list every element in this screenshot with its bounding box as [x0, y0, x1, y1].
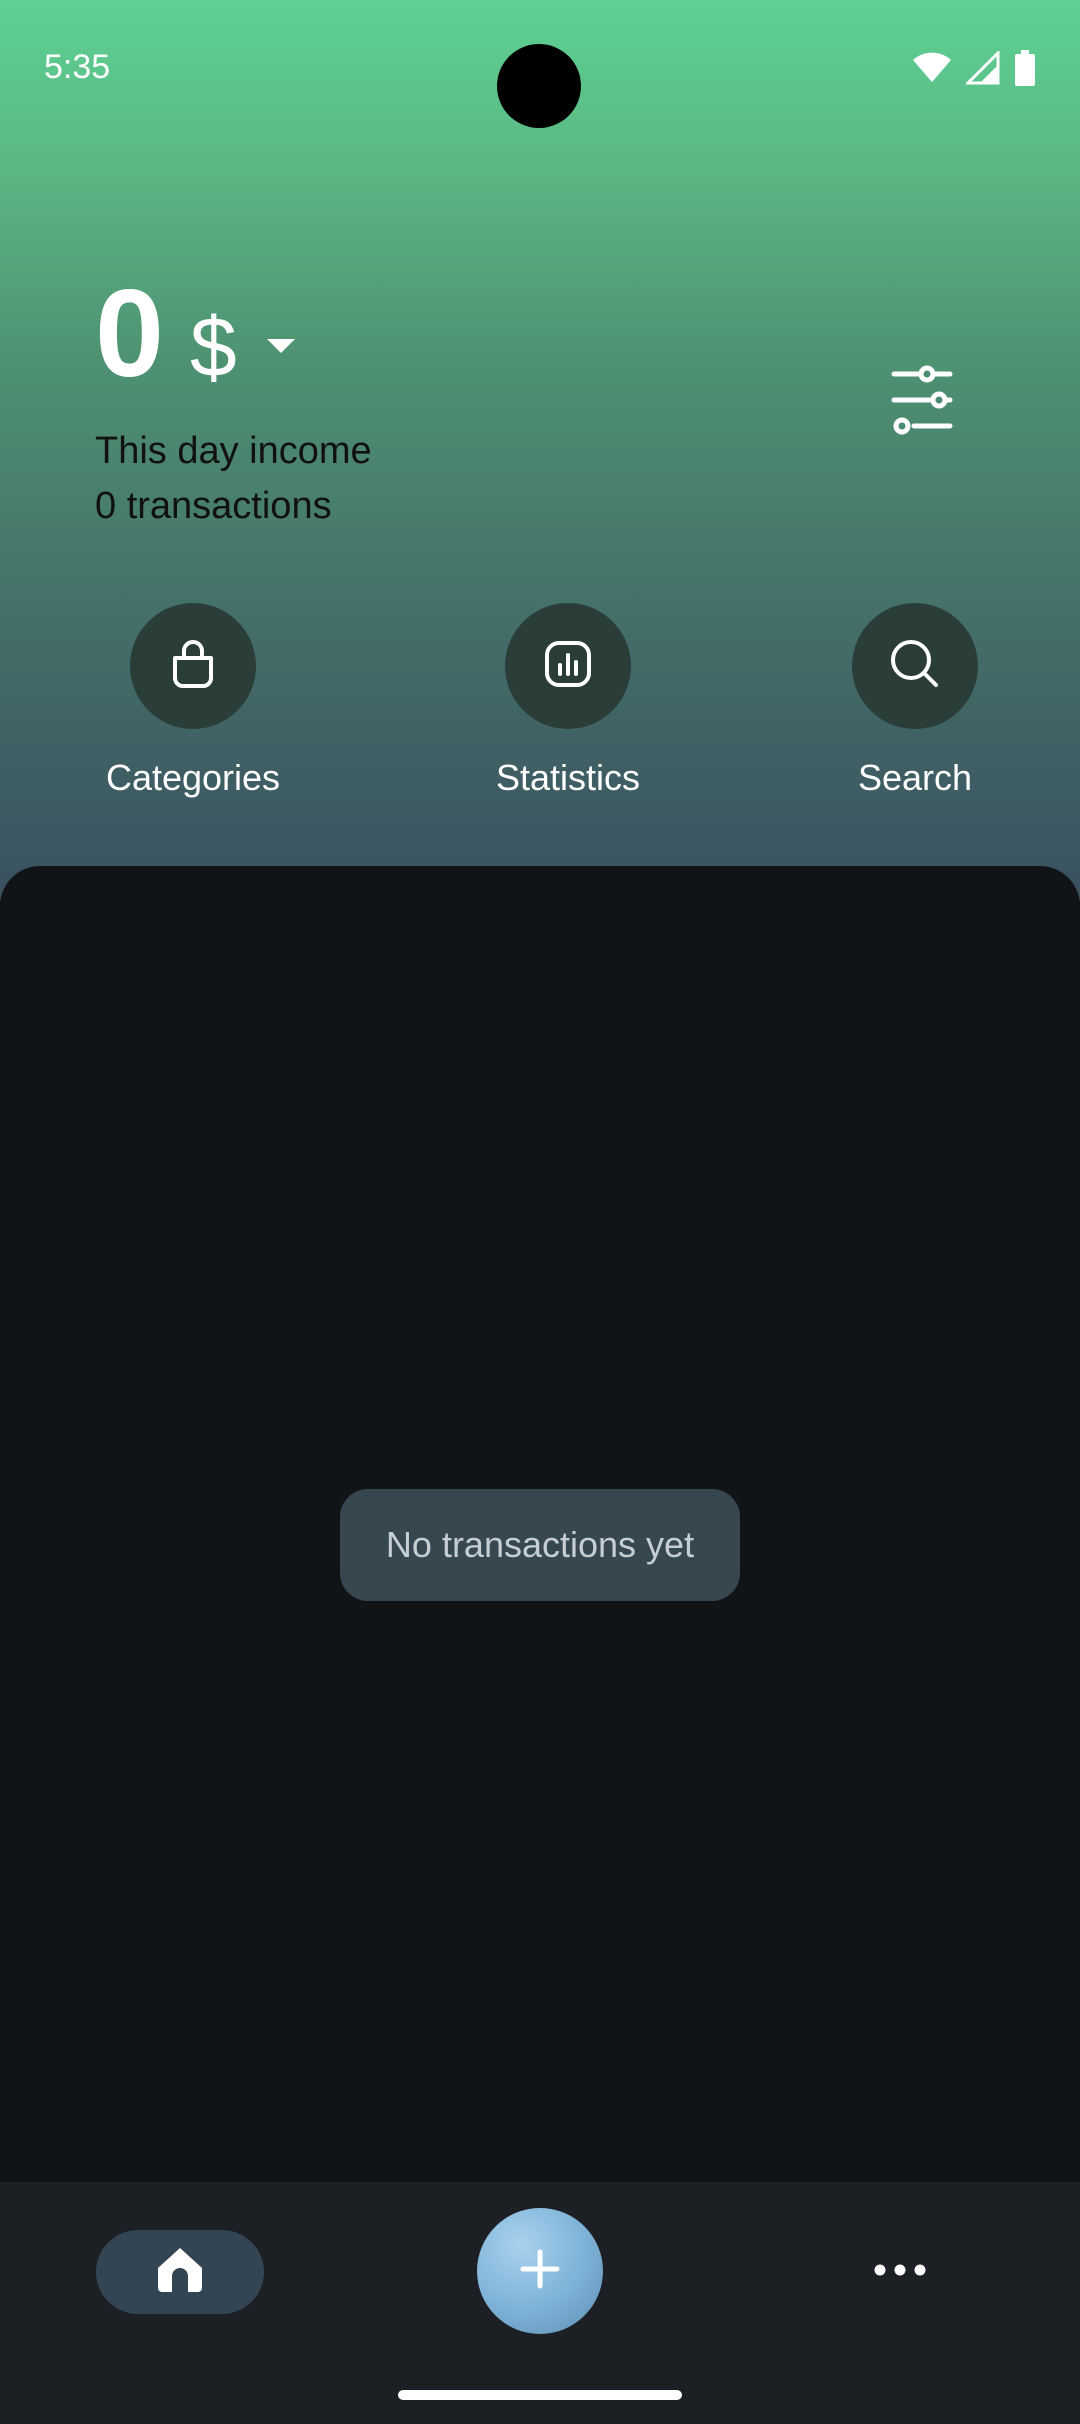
- sliders-icon: [890, 365, 954, 440]
- more-button[interactable]: [850, 2230, 950, 2314]
- search-button[interactable]: Search: [815, 603, 1015, 799]
- currency-symbol: $: [189, 300, 237, 394]
- categories-button[interactable]: Categories: [93, 603, 293, 799]
- filter-button[interactable]: [880, 360, 964, 444]
- search-icon: [889, 638, 941, 695]
- shopping-bag-icon: [169, 638, 217, 695]
- balance-selector[interactable]: 0 $: [95, 272, 295, 396]
- chart-icon: [544, 640, 592, 693]
- amount-value: 0: [95, 265, 164, 403]
- chevron-down-icon[interactable]: [266, 338, 295, 360]
- categories-label: Categories: [105, 757, 281, 798]
- add-transaction-button[interactable]: [477, 2208, 603, 2334]
- transactions-count: 0 transactions: [95, 485, 332, 527]
- camera-cutout: [497, 44, 581, 128]
- gesture-bar[interactable]: [398, 2390, 682, 2400]
- status-time: 5:35: [44, 48, 111, 86]
- status-icons: [912, 50, 1036, 86]
- search-label: Search: [857, 757, 973, 798]
- home-nav-button[interactable]: [96, 2230, 264, 2314]
- statistics-icon-circle[interactable]: [505, 603, 631, 729]
- signal-icon: [966, 51, 1000, 85]
- bottom-nav: [0, 2182, 1080, 2424]
- wifi-icon: [912, 52, 952, 84]
- statistics-label: Statistics: [495, 757, 641, 798]
- statistics-button[interactable]: Statistics: [468, 603, 668, 799]
- more-icon: [874, 2263, 926, 2281]
- battery-icon: [1014, 50, 1036, 86]
- empty-state-message: No transactions yet: [340, 1489, 740, 1601]
- home-icon: [154, 2246, 206, 2299]
- period-label: This day income: [95, 430, 372, 472]
- plus-icon: [520, 2249, 560, 2294]
- categories-icon-circle[interactable]: [130, 603, 256, 729]
- search-icon-circle[interactable]: [852, 603, 978, 729]
